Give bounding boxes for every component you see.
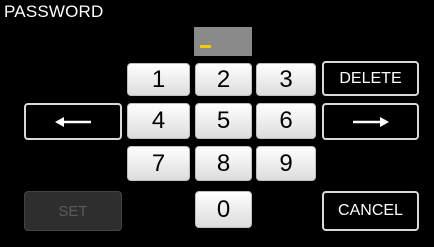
right-arrow-button[interactable] [322,103,419,140]
set-button[interactable]: SET [24,191,122,231]
password-display [194,27,252,56]
key-8[interactable]: 8 [195,146,252,181]
page-title: PASSWORD [4,2,104,21]
key-5[interactable]: 5 [195,103,252,139]
right-arrow-icon [352,116,389,127]
key-1[interactable]: 1 [127,63,190,96]
cancel-button[interactable]: CANCEL [322,191,419,231]
key-3[interactable]: 3 [256,63,316,96]
key-4[interactable]: 4 [127,103,190,139]
left-arrow-icon [55,116,91,127]
key-9[interactable]: 9 [256,146,316,181]
left-arrow-button[interactable] [24,103,122,140]
key-7[interactable]: 7 [127,146,190,181]
delete-button[interactable]: DELETE [322,61,419,96]
key-6[interactable]: 6 [256,103,316,139]
key-0[interactable]: 0 [195,191,252,228]
key-2[interactable]: 2 [195,63,252,96]
input-cursor [200,45,211,48]
